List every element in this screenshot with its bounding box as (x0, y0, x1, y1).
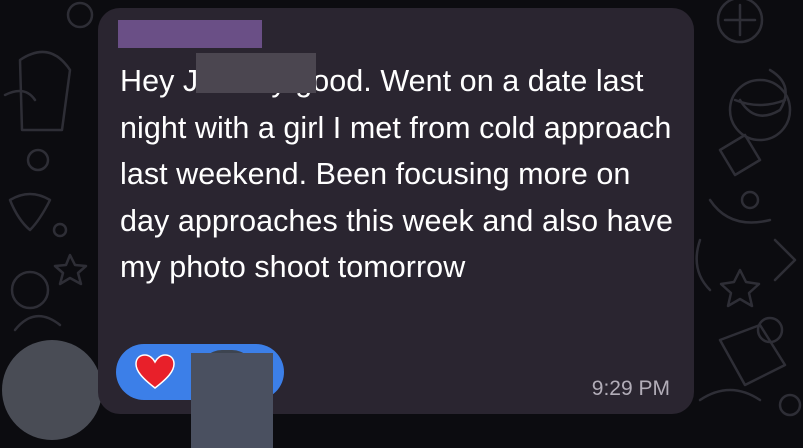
message-bubble[interactable]: Hey J Pretty good. Went on a date last n… (98, 8, 694, 448)
sender-avatar[interactable] (2, 340, 102, 440)
sender-name-redaction (118, 20, 262, 48)
recipient-name-redaction (196, 53, 316, 93)
message-timestamp: 9:29 PM (591, 377, 670, 400)
reactor-redaction (191, 353, 273, 448)
heart-icon (135, 354, 175, 389)
